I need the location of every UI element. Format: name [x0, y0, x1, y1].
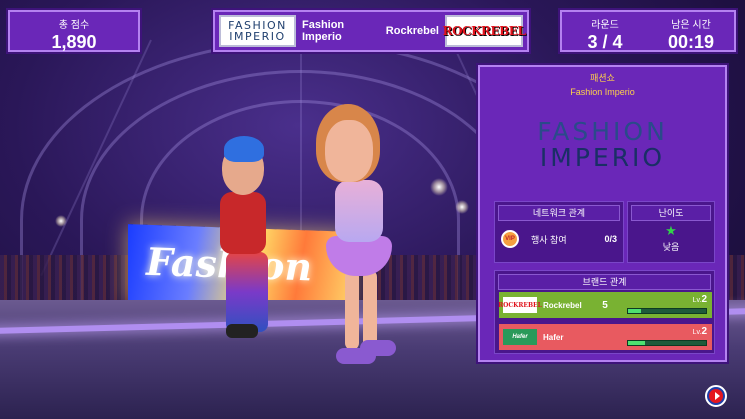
brand-relations-header: 브랜드 관계 — [498, 274, 711, 290]
brand-row-hafer[interactable]: Hafer Hafer Lv.2 — [499, 324, 712, 350]
brand-level: Lv.2 — [693, 294, 707, 305]
stage-light — [55, 215, 67, 227]
brand-level-group: Lv.2 — [627, 326, 707, 348]
score-panel: 총 점수 1,890 — [8, 10, 140, 52]
brand-progress-fill — [628, 341, 646, 345]
network-count: 0/3 — [604, 234, 617, 244]
network-row: VIP 행사 참여 0/3 — [495, 224, 623, 254]
time-label: 남은 시간 — [671, 20, 711, 31]
brand-progress-bar — [627, 308, 707, 314]
brand-level-group: Lv.2 — [627, 294, 707, 316]
level-value: 2 — [701, 326, 707, 337]
brand-row-name: Rockrebel — [543, 300, 582, 310]
brand-level: Lv.2 — [693, 326, 707, 337]
network-section: 네트워크 관계 VIP 행사 참여 0/3 — [494, 201, 624, 263]
stage-light — [455, 200, 469, 214]
time-info: 남은 시간 00:19 — [648, 12, 734, 52]
fashion-show-panel: 패션쇼 Fashion Imperio FASHION IMPERIO 네트워크… — [478, 65, 727, 362]
logo-text: ROCKREBEL — [442, 24, 526, 38]
panel-subtitle: Fashion Imperio — [570, 87, 635, 97]
next-play-icon — [709, 389, 723, 403]
round-label: 라운드 — [591, 20, 619, 31]
difficulty-value: 낮음 — [662, 242, 680, 252]
fashion-imperio-big-logo: FASHION IMPERIO — [480, 119, 725, 171]
next-button[interactable] — [705, 385, 727, 407]
logo-line: IMPERIO — [539, 143, 666, 172]
rockrebel-mini-logo: ROCKREBEL — [498, 297, 542, 313]
hafer-mini-logo: Hafer — [503, 329, 537, 345]
vip-badge-icon: VIP — [501, 230, 519, 248]
round-info: 라운드 3 / 4 — [562, 12, 648, 52]
score-label: 총 점수 — [58, 20, 90, 31]
right-brand-name: Rockrebel — [385, 25, 439, 37]
fashion-imperio-logo: FASHION IMPERIO — [219, 15, 296, 47]
logo-line: IMPERIO — [229, 30, 286, 43]
level-value: 2 — [701, 294, 707, 305]
difficulty-section: 난이도 ★ 낮음 — [627, 201, 715, 263]
left-brand-name: Fashion Imperio — [301, 19, 345, 43]
brand-row-number: 5 — [602, 299, 608, 311]
stage-light — [430, 178, 448, 196]
network-label: 행사 참여 — [531, 234, 567, 245]
difficulty-header: 난이도 — [631, 205, 711, 221]
panel-title: 패션쇼 — [590, 73, 615, 83]
brand-row-rockrebel[interactable]: ROCKREBEL Rockrebel 5 Lv.2 — [498, 292, 712, 318]
score-value: 1,890 — [51, 32, 97, 52]
star-icon: ★ — [665, 223, 677, 238]
brand-progress-fill — [628, 309, 642, 313]
time-value: 00:19 — [667, 32, 715, 52]
matchup-panel: FASHION IMPERIO Fashion Imperio Rockrebe… — [213, 10, 529, 52]
brand-progress-bar — [627, 340, 707, 346]
rockrebel-logo: ROCKREBEL — [442, 15, 526, 47]
brand-row-name: Hafer — [543, 332, 564, 342]
round-timer-panel: 라운드 3 / 4 남은 시간 00:19 — [560, 10, 736, 52]
brand-relations-section: 브랜드 관계 ROCKREBEL Rockrebel 5 Lv.2 Hafer … — [494, 270, 715, 354]
logo-line: FASHION — [537, 117, 668, 146]
round-value: 3 / 4 — [587, 32, 623, 52]
network-header: 네트워크 관계 — [498, 205, 620, 221]
